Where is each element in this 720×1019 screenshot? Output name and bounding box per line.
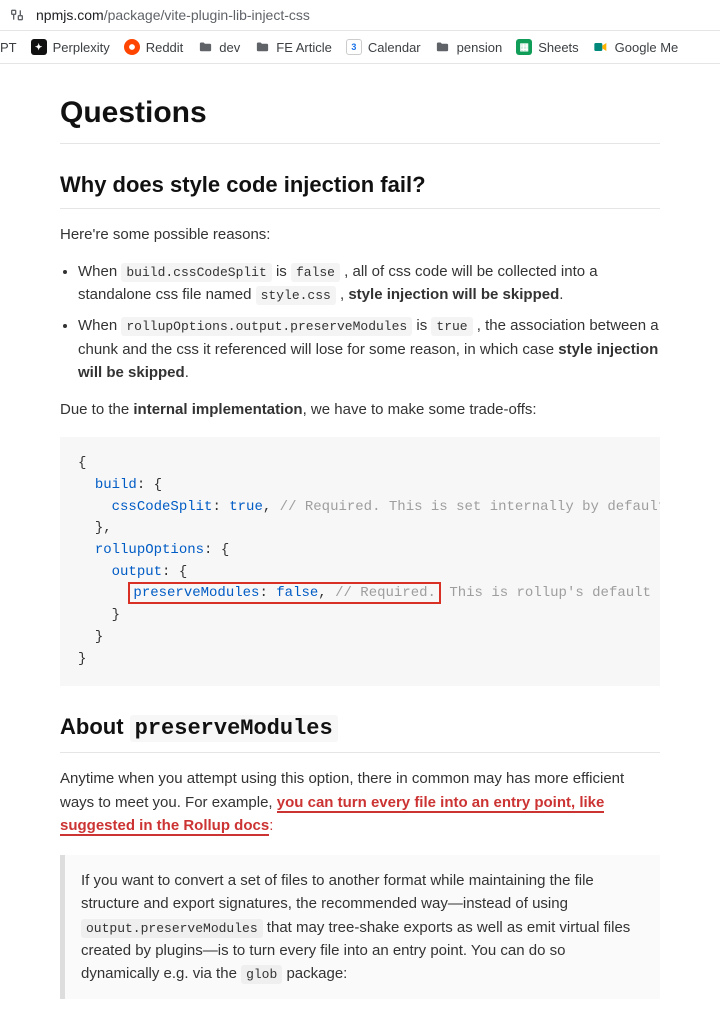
code-inline: build.cssCodeSplit: [121, 263, 271, 282]
site-settings-icon[interactable]: [8, 6, 26, 24]
bookmark-calendar[interactable]: 3 Calendar: [346, 39, 421, 55]
sheets-icon: ▦: [516, 39, 532, 55]
meet-icon: [593, 39, 609, 55]
list-item: When rollupOptions.output.preserveModule…: [78, 314, 660, 384]
bookmark-sheets[interactable]: ▦ Sheets: [516, 39, 578, 55]
code-block[interactable]: { build: { cssCodeSplit: true, // Requir…: [60, 437, 660, 686]
folder-icon: [197, 39, 213, 55]
reddit-icon: [124, 39, 140, 55]
list-item: When build.cssCodeSplit is false , all o…: [78, 260, 660, 307]
readme-content: Questions Why does style code injection …: [0, 64, 720, 1019]
code-inline: preserveModules: [130, 715, 338, 742]
code-inline: rollupOptions.output.preserveModules: [121, 317, 412, 336]
code-inline: glob: [241, 965, 282, 984]
url-text[interactable]: npmjs.com/package/vite-plugin-lib-inject…: [36, 7, 310, 23]
bookmark-folder-dev[interactable]: dev: [197, 39, 240, 55]
code-inline: style.css: [256, 286, 336, 305]
tradeoffs-paragraph: Due to the internal implementation, we h…: [60, 398, 660, 421]
bookmark-perplexity[interactable]: ✦ Perplexity: [31, 39, 110, 55]
browser-url-bar[interactable]: npmjs.com/package/vite-plugin-lib-inject…: [0, 0, 720, 31]
bookmark-folder-pension[interactable]: pension: [435, 39, 503, 55]
highlighted-code-annotation: preserveModules: false, // Required.: [128, 582, 441, 604]
bookmark-reddit[interactable]: Reddit: [124, 39, 184, 55]
bookmarks-bar: PT ✦ Perplexity Reddit dev FE Article 3 …: [0, 31, 720, 64]
perplexity-icon: ✦: [31, 39, 47, 55]
bookmark-pt[interactable]: PT: [0, 40, 17, 55]
calendar-icon: 3: [346, 39, 362, 55]
bookmark-google-meet[interactable]: Google Me: [593, 39, 679, 55]
preservemodules-paragraph: Anytime when you attempt using this opti…: [60, 767, 660, 837]
bookmark-folder-fe-article[interactable]: FE Article: [254, 39, 332, 55]
code-inline: true: [431, 317, 472, 336]
heading-about-preservemodules: About preserveModules: [60, 710, 660, 753]
folder-icon: [435, 39, 451, 55]
folder-icon: [254, 39, 270, 55]
intro-paragraph: Here're some possible reasons:: [60, 223, 660, 246]
heading-why-fail: Why does style code injection fail?: [60, 168, 660, 209]
heading-questions: Questions: [60, 90, 660, 144]
code-inline: output.preserveModules: [81, 919, 263, 938]
reasons-list: When build.cssCodeSplit is false , all o…: [60, 260, 660, 384]
code-inline: false: [291, 263, 340, 282]
rollup-docs-quote: If you want to convert a set of files to…: [60, 855, 660, 999]
